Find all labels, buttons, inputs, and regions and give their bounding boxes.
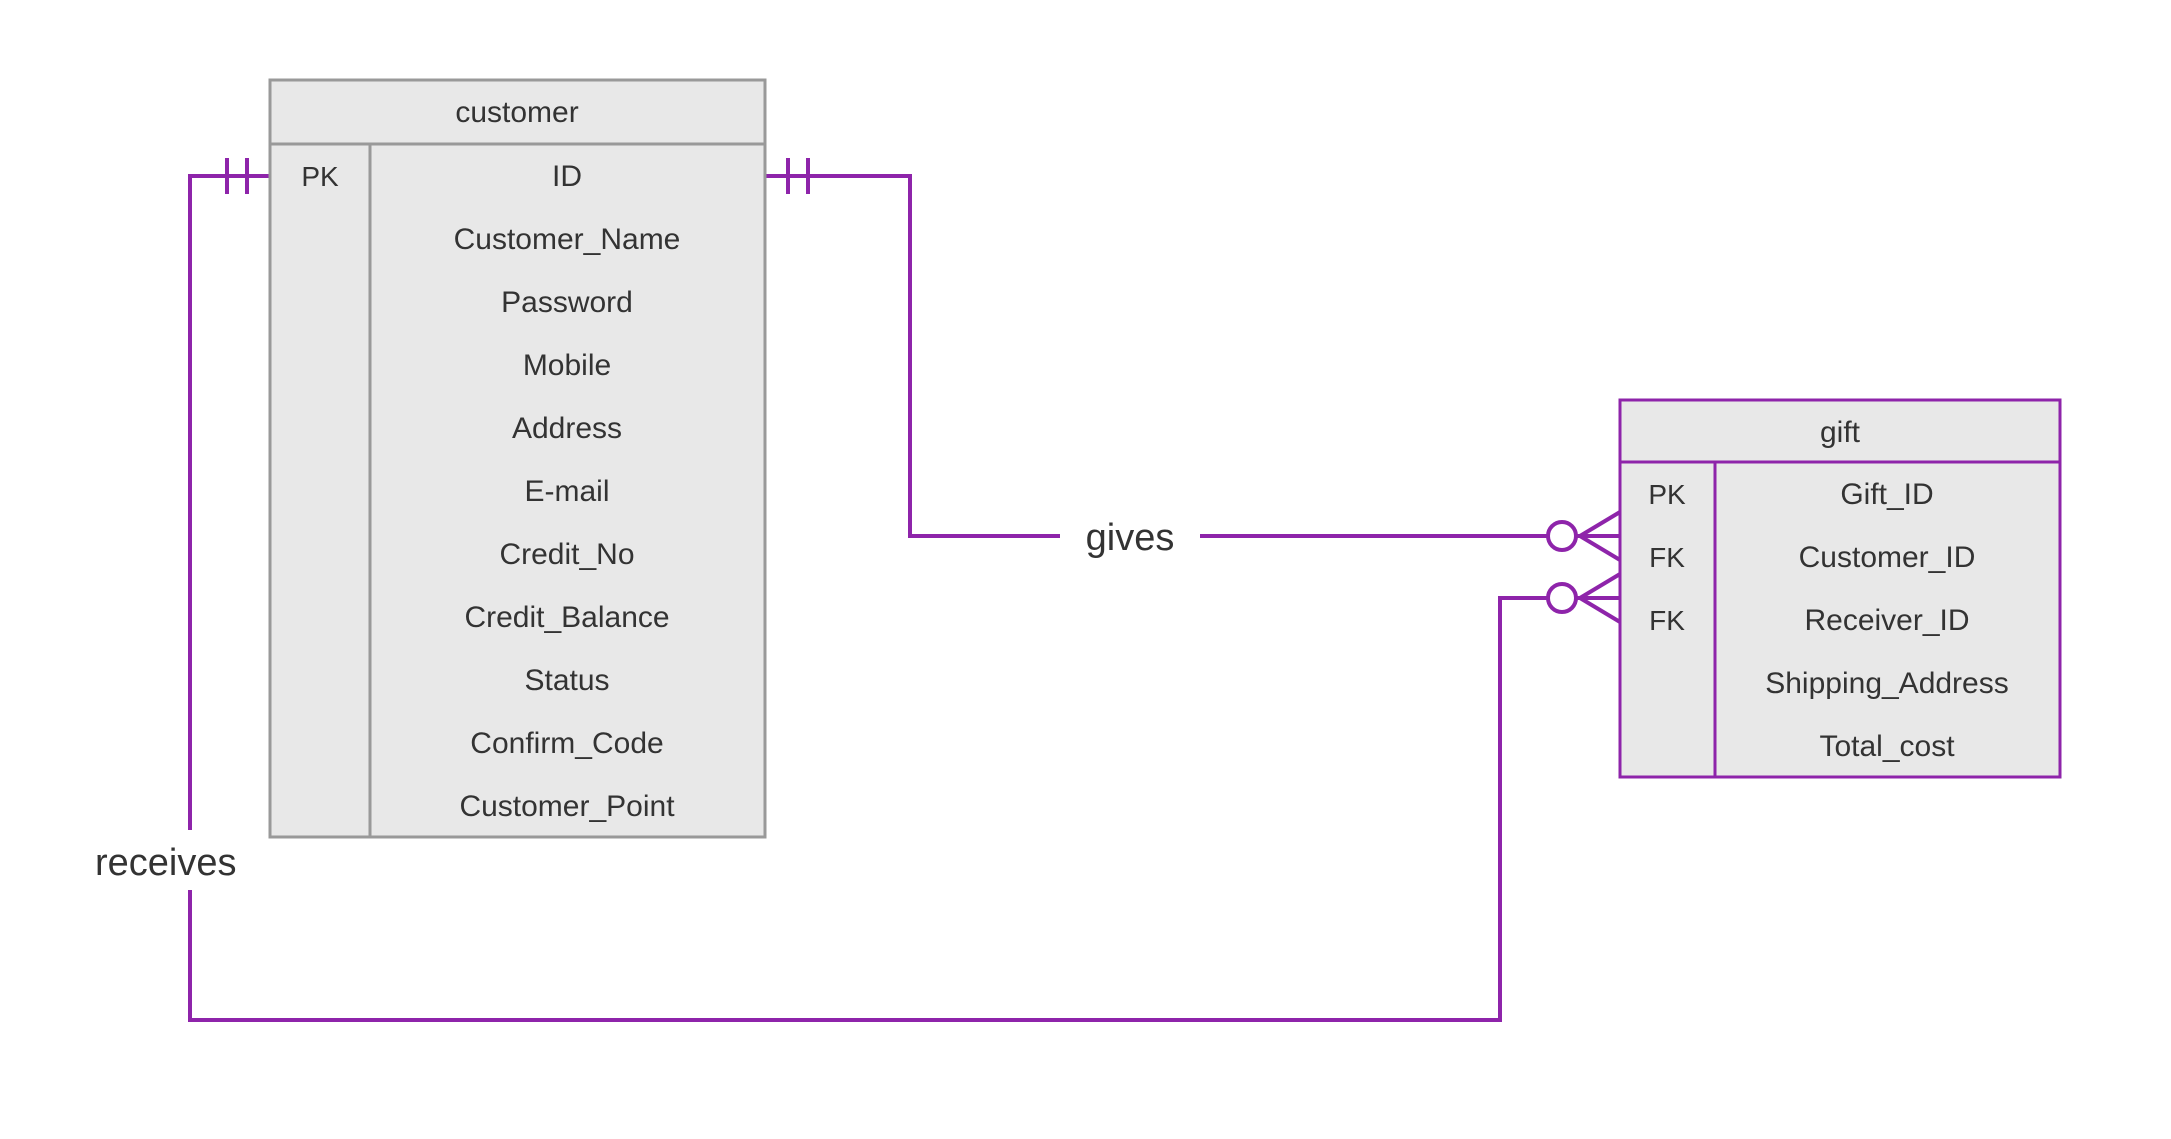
entity-gift-key-0: PK xyxy=(1648,479,1686,510)
entity-gift: gift PK Gift_ID FK Customer_ID FK Receiv… xyxy=(1620,400,2060,777)
entity-customer-row-7: Credit_Balance xyxy=(464,601,669,634)
entity-customer-key-0: PK xyxy=(301,161,339,192)
entity-customer-attr-3: Mobile xyxy=(523,349,611,382)
entity-customer-attr-8: Status xyxy=(524,664,609,697)
entity-customer-row-10: Customer_Point xyxy=(459,790,675,823)
relationship-gives-label: gives xyxy=(1086,517,1175,559)
entity-customer-row-9: Confirm_Code xyxy=(470,727,663,760)
entity-gift-attr-2: Receiver_ID xyxy=(1804,604,1969,637)
entity-gift-attr-4: Total_cost xyxy=(1819,730,1955,763)
entity-gift-title: gift xyxy=(1820,416,1861,449)
entity-customer-attr-1: Customer_Name xyxy=(454,223,681,256)
entity-customer-attr-2: Password xyxy=(501,286,633,319)
entity-customer-row-5: E-mail xyxy=(524,475,609,508)
entity-gift-key-1: FK xyxy=(1649,542,1685,573)
entity-customer-title: customer xyxy=(455,96,578,129)
entity-customer-row-8: Status xyxy=(524,664,609,697)
entity-customer-attr-9: Confirm_Code xyxy=(470,727,663,760)
entity-customer-row-6: Credit_No xyxy=(499,538,634,571)
relationship-gives: gives xyxy=(765,158,1620,562)
entity-gift-key-2: FK xyxy=(1649,605,1685,636)
entity-customer-attr-0: ID xyxy=(552,160,582,193)
entity-customer-attr-6: Credit_No xyxy=(499,538,634,571)
entity-gift-row-4: Total_cost xyxy=(1819,730,1955,763)
entity-customer-row-4: Address xyxy=(512,412,622,445)
entity-customer-row-1: Customer_Name xyxy=(454,223,681,256)
entity-customer: customer PK ID Customer_Name Password Mo… xyxy=(270,80,765,837)
er-diagram-canvas: gives receives customer PK ID xyxy=(0,0,2171,1139)
entity-customer-attr-5: E-mail xyxy=(524,475,609,508)
entity-customer-row-3: Mobile xyxy=(523,349,611,382)
entity-customer-attr-10: Customer_Point xyxy=(459,790,675,823)
entity-gift-attr-3: Shipping_Address xyxy=(1765,667,2009,700)
entity-gift-row-3: Shipping_Address xyxy=(1765,667,2009,700)
entity-customer-attr-7: Credit_Balance xyxy=(464,601,669,634)
relationship-receives-label: receives xyxy=(95,842,237,884)
entity-gift-attr-1: Customer_ID xyxy=(1799,541,1976,574)
entity-customer-row-2: Password xyxy=(501,286,633,319)
entity-customer-attr-4: Address xyxy=(512,412,622,445)
entity-gift-attr-0: Gift_ID xyxy=(1840,478,1933,511)
